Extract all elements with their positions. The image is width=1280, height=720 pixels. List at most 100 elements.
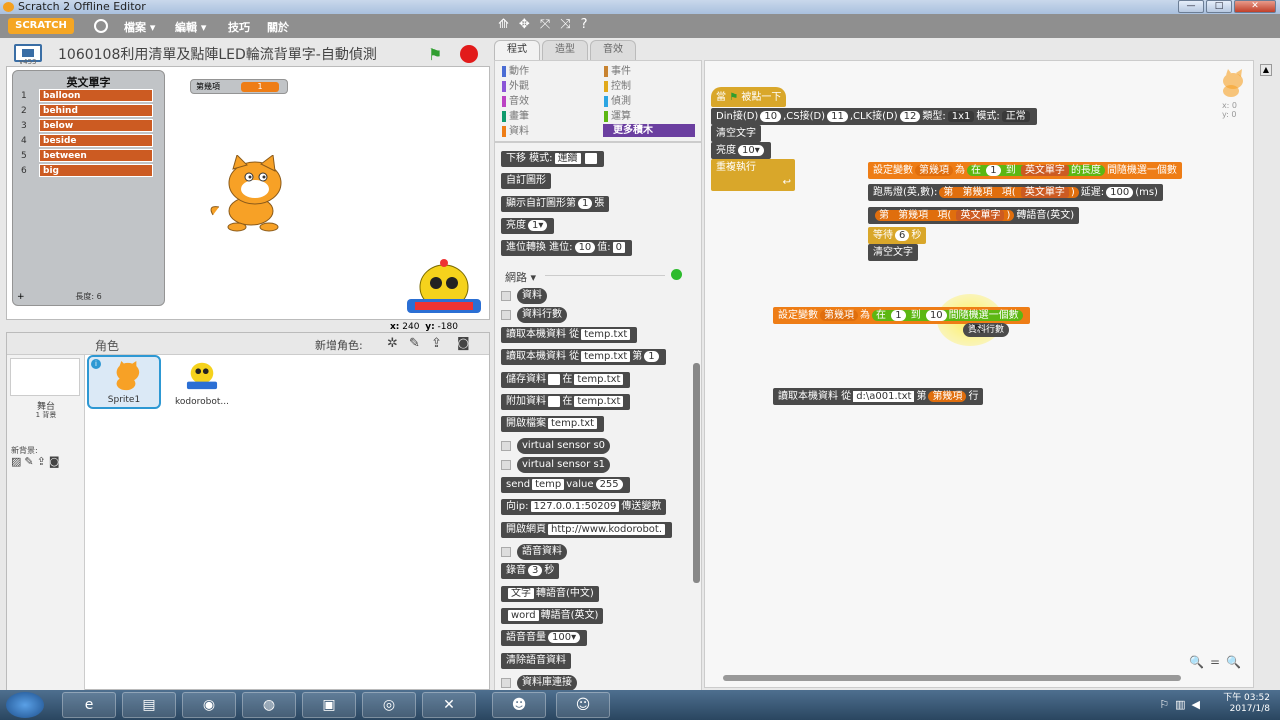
zoom-reset-icon[interactable]: = <box>1210 655 1220 669</box>
zoom-in-icon[interactable]: 🔍 <box>1226 655 1241 669</box>
category-operators[interactable]: 運算 <box>601 110 693 123</box>
menu-edit[interactable]: 編輯 ▾ <box>175 19 206 35</box>
wait-block[interactable]: 等待 6 秒 <box>868 227 927 244</box>
brightness-block[interactable]: 亮度 10▾ <box>711 142 771 159</box>
zoom-out-icon[interactable]: 🔍 <box>1189 655 1204 669</box>
duplicate-icon[interactable]: ⟰ <box>498 17 509 32</box>
clear-text-block[interactable]: 清空文字 <box>868 244 918 261</box>
category-looks[interactable]: 外觀 <box>499 80 597 93</box>
category-control[interactable]: 控制 <box>601 80 693 93</box>
shrink-icon[interactable]: ⤨ <box>560 17 570 32</box>
checkbox-database[interactable] <box>501 678 511 688</box>
led-init-block[interactable]: Din接(D) 10 ,CS接(D) 11 ,CLK接(D) 12 類型: 1x1 模式: 正常 <box>711 108 1037 125</box>
delete-icon[interactable]: ✥ <box>519 17 530 32</box>
checkbox-sensor-s1[interactable] <box>501 460 511 470</box>
palette-scrollbar[interactable] <box>693 363 700 583</box>
set-variable-random-block[interactable]: 設定變數 第幾項為在 1 到 10 間隨機選一個數 <box>773 307 1030 324</box>
backdrop-library-icon[interactable]: ▨ <box>11 455 21 468</box>
block-show-custom-shape[interactable]: 顯示自訂圖形第 1 張 <box>501 196 610 212</box>
reporter-database-connect[interactable]: 資料庫連接 <box>517 675 577 691</box>
project-title[interactable]: 1060108利用清單及點陣LED輪流背單字-自動偵測 <box>58 44 410 64</box>
reporter-line-count[interactable]: 資料行數 <box>963 323 1010 337</box>
category-data[interactable]: 資料 <box>499 125 597 138</box>
help-icon[interactable]: ? <box>581 17 588 32</box>
block-open-webpage[interactable]: 開啟網頁 http://www.kodorobot. <box>501 522 673 538</box>
tab-costumes[interactable]: 造型 <box>542 40 588 60</box>
scripts-vertical-scrollbar[interactable]: ▲ <box>1256 60 1276 688</box>
reporter-sensor-s0[interactable]: virtual sensor s0 <box>517 438 611 454</box>
ie-taskbar-icon[interactable]: e <box>62 692 116 718</box>
block-brightness[interactable]: 亮度 1▾ <box>501 218 555 234</box>
block-tts-english[interactable]: word 轉語音(英文) <box>501 608 604 624</box>
flag-icon[interactable]: ⚐ <box>1159 698 1169 711</box>
camera-icon[interactable]: ◙ <box>457 336 470 351</box>
tts-english-block[interactable]: 第 第幾項 項( 英文單字) 轉語音(英文) <box>868 207 1080 224</box>
network-icon[interactable]: ▥ <box>1175 698 1185 711</box>
stage[interactable]: 英文單字 1 balloon 2 behind 3 below 4 beside 5 be… <box>6 66 490 320</box>
paint-backdrop-icon[interactable]: ✎ <box>24 455 33 468</box>
upload-backdrop-icon[interactable]: ⇪ <box>37 455 46 468</box>
block-save-data[interactable]: 儲存資料 在 temp.txt <box>501 372 631 388</box>
clear-text-block[interactable]: 清空文字 <box>711 125 761 142</box>
grow-icon[interactable]: ⤧ <box>540 17 550 32</box>
menu-about[interactable]: 關於 <box>267 19 289 35</box>
block-append-data[interactable]: 附加資料 在 temp.txt <box>501 394 631 410</box>
tab-scripts[interactable]: 程式 <box>494 40 540 62</box>
block-base-convert[interactable]: 進位轉換 進位: 10 值: 0 <box>501 240 633 256</box>
block-clear-voice-data[interactable]: 清除語音資料 <box>501 653 571 669</box>
block-read-local-file-line[interactable]: 讀取本機資料 從 temp.txt 第 1 <box>501 349 666 365</box>
scratch-taskbar-icon[interactable]: ☺ <box>556 692 610 718</box>
paint-new-sprite-icon[interactable]: ✎ <box>409 336 420 351</box>
block-send-to-ip[interactable]: 向ip: 127.0.0.1:50209 傳送變數 <box>501 499 667 515</box>
start-button[interactable] <box>6 692 44 718</box>
kodorobot-taskbar-icon[interactable]: ☻ <box>492 692 546 718</box>
info-icon[interactable]: i <box>91 359 101 369</box>
network-section-header[interactable]: 網路 ▾ <box>505 269 536 285</box>
block-send-value[interactable]: send temp value 255 <box>501 477 630 493</box>
scroll-up-icon[interactable]: ▲ <box>1260 64 1272 76</box>
maximize-button[interactable]: □ <box>1206 0 1232 13</box>
chrome-taskbar-icon[interactable]: ◉ <box>182 692 236 718</box>
scratch-cat-sprite[interactable] <box>207 155 293 235</box>
x-app-taskbar-icon[interactable]: ✕ <box>422 692 476 718</box>
clock[interactable]: 下午 03:52 2017/1/8 <box>1223 693 1270 715</box>
block-read-local-file[interactable]: 讀取本機資料 從 temp.txt <box>501 327 638 343</box>
sprite-tile-sprite1[interactable]: i Sprite1 <box>87 355 161 409</box>
reporter-voice-data[interactable]: 語音資料 <box>517 544 567 560</box>
category-sound[interactable]: 音效 <box>499 95 597 108</box>
volume-icon[interactable]: ◀ <box>1192 698 1200 711</box>
reporter-sensor-s1[interactable]: virtual sensor s1 <box>517 457 611 473</box>
block-voice-volume[interactable]: 語音音量 100▾ <box>501 630 588 646</box>
language-globe-icon[interactable] <box>94 19 108 33</box>
stage-tile[interactable]: 舞台 1 背景 新背景: ▨ ✎ ⇪ ◙ <box>7 355 85 691</box>
explorer-taskbar-icon[interactable]: ▤ <box>122 692 176 718</box>
backdrop-camera-icon[interactable]: ◙ <box>49 455 60 468</box>
tab-sounds[interactable]: 音效 <box>590 40 636 60</box>
scratch-logo[interactable]: SCRATCH <box>8 18 74 34</box>
category-sensing[interactable]: 偵測 <box>601 95 693 108</box>
upload-sprite-icon[interactable]: ⇪ <box>431 336 442 351</box>
minimize-button[interactable]: — <box>1178 0 1204 13</box>
kodorobot-sprite[interactable] <box>403 257 485 319</box>
block-record[interactable]: 錄音 3 秒 <box>501 563 560 579</box>
category-motion[interactable]: 動作 <box>499 65 597 78</box>
sprite-library-icon[interactable]: ✲ <box>387 336 398 351</box>
app2-taskbar-icon[interactable]: ◎ <box>362 692 416 718</box>
marquee-block[interactable]: 跑馬燈(英,數): 第 第幾項 項( 英文單字) 延遲: 100 (ms) <box>868 184 1163 201</box>
block-open-file[interactable]: 開啟檔案 temp.txt <box>501 416 605 432</box>
block-tts-chinese[interactable]: 文字 轉語音(中文) <box>501 586 599 602</box>
green-flag-icon[interactable]: ⚑ <box>428 45 442 64</box>
category-pen[interactable]: 畫筆 <box>499 110 597 123</box>
when-flag-clicked-block[interactable]: 當 ⚑ 被點一下 <box>711 87 787 107</box>
block-scroll-down[interactable]: 下移 模式: 連續 <box>501 151 604 167</box>
forever-block[interactable]: 重複執行 ↩ <box>711 159 795 191</box>
checkbox-voice-data[interactable] <box>501 547 511 557</box>
reporter-line-count[interactable]: 資料行數 <box>517 307 567 323</box>
menu-file[interactable]: 檔案 ▾ <box>124 19 155 35</box>
reporter-data[interactable]: 資料 <box>517 288 547 304</box>
close-button[interactable]: ✕ <box>1234 0 1276 13</box>
sprite-tile-kodorobot[interactable]: kodorobot... <box>165 355 239 409</box>
scripts-horizontal-scrollbar[interactable] <box>723 675 1181 681</box>
checkbox-line-count[interactable] <box>501 310 511 320</box>
app-taskbar-icon[interactable]: ▣ <box>302 692 356 718</box>
